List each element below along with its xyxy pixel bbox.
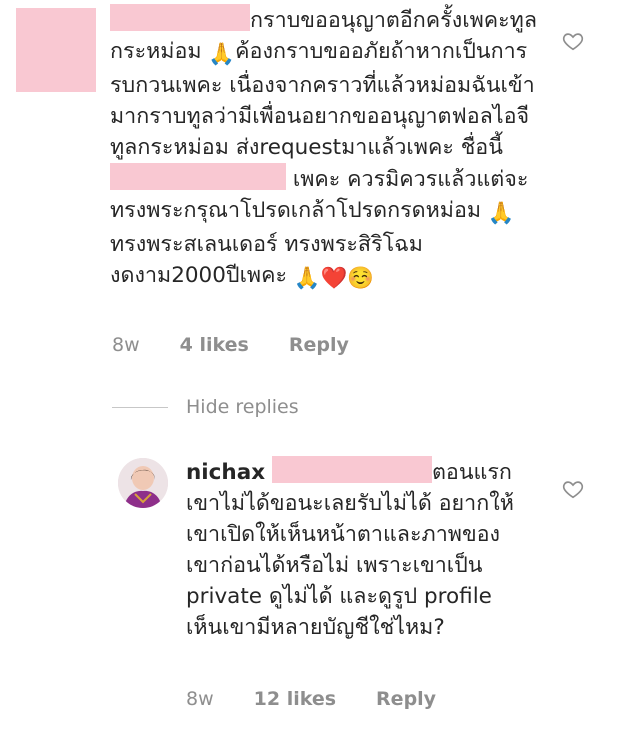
reply-meta: 8w 12 likes Reply (186, 688, 476, 710)
folded-hands-emoji: 🙏 (487, 201, 515, 226)
reply-text: nichax ตอนแรกเขาไม่ได้ขอนะเลยรับไม่ได้ อ… (186, 456, 526, 643)
reply-likes[interactable]: 12 likes (254, 688, 336, 710)
heart-outline-icon[interactable] (562, 30, 584, 52)
avatar[interactable] (118, 458, 168, 508)
avatar-image (118, 458, 168, 508)
redacted-mention[interactable] (271, 456, 432, 483)
folded-hands-emoji: 🙏 (208, 42, 236, 67)
redacted-mention[interactable] (110, 163, 286, 190)
smiling-face-emoji: ☺️ (347, 266, 375, 291)
reply-username[interactable]: nichax (186, 460, 265, 485)
comment-text-part4: ทรงพระสเลนเดอร์ ทรงพระสิริโฉมงดงาม2000ปี… (110, 232, 423, 288)
comment-reply-button[interactable]: Reply (289, 334, 349, 356)
avatar-redacted[interactable] (16, 8, 96, 92)
comment-text: กราบขออนุญาตอีกครั้งเพคะทูลกระหม่อม 🙏ค้อ… (110, 4, 540, 294)
reply-reply-button[interactable]: Reply (376, 688, 436, 710)
hide-replies-divider (112, 406, 168, 408)
hide-replies-toggle[interactable]: Hide replies (112, 396, 299, 418)
comment-time: 8w (112, 334, 140, 356)
reply-text-part1: ตอนแรกเขาไม่ได้ขอนะเลยรับไม่ได้ อยากให้เ… (186, 460, 514, 640)
folded-hands-emoji: 🙏 (293, 266, 321, 291)
redacted-username[interactable] (110, 4, 250, 31)
comment-meta: 8w 4 likes Reply (112, 334, 389, 356)
hide-replies-label: Hide replies (186, 396, 299, 418)
red-heart-emoji: ❤️ (320, 266, 348, 291)
heart-outline-icon[interactable] (562, 478, 584, 500)
comment-likes[interactable]: 4 likes (180, 334, 249, 356)
reply-time: 8w (186, 688, 214, 710)
